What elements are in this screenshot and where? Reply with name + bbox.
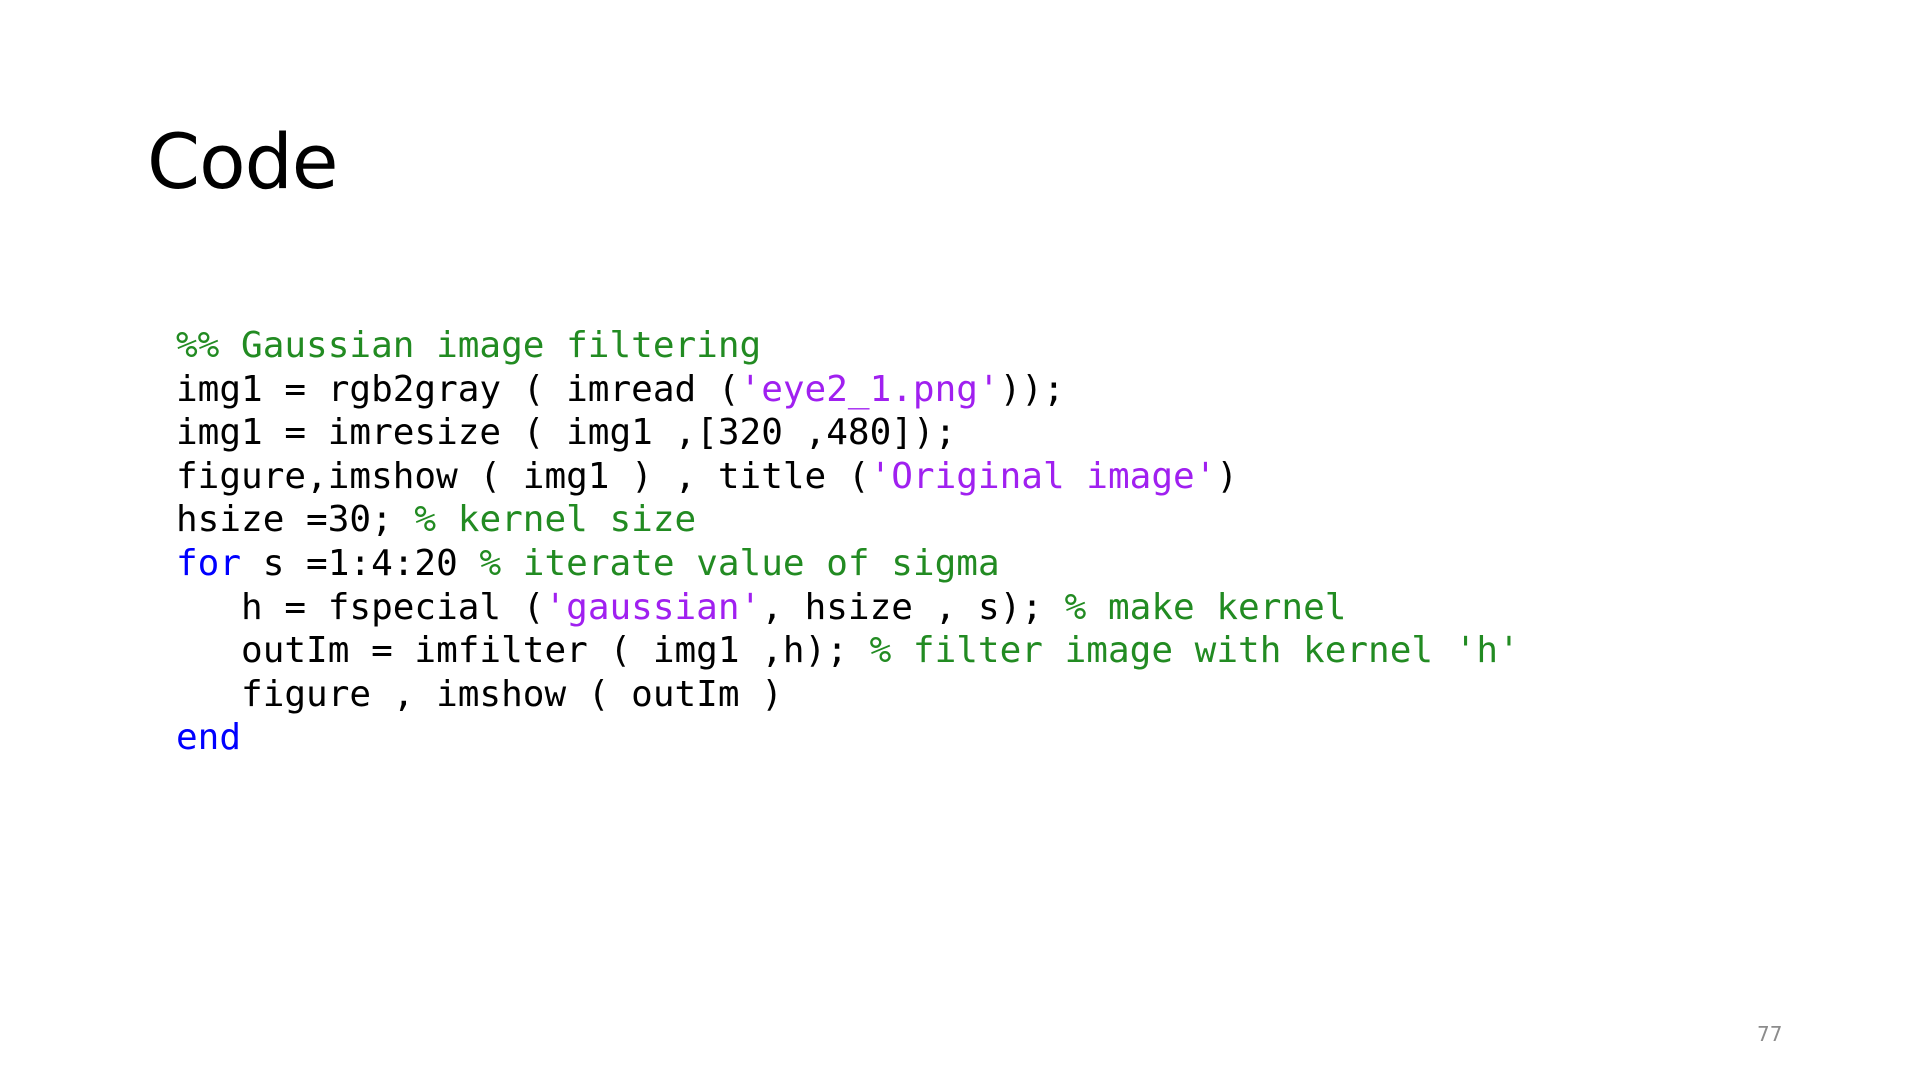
code-line: end: [176, 716, 1520, 760]
code-token-plain: figure,imshow ( img1 ) , title (: [176, 455, 870, 497]
code-line: hsize =30; % kernel size: [176, 498, 1520, 542]
code-token-plain: ): [1216, 455, 1239, 497]
code-line: img1 = imresize ( img1 ,[320 ,480]);: [176, 411, 1520, 455]
code-line: img1 = rgb2gray ( imread ('eye2_1.png'))…: [176, 368, 1520, 412]
code-line: h = fspecial ('gaussian', hsize , s); % …: [176, 586, 1520, 630]
code-token-comment: %% Gaussian image filtering: [176, 325, 762, 366]
slide-title: Code: [147, 117, 339, 206]
code-token-plain: img1 = imresize ( img1 ,[320 ,480]);: [176, 412, 957, 454]
code-token-plain: img1 = rgb2gray ( imread (: [176, 368, 740, 410]
code-token-string: 'gaussian': [544, 586, 762, 628]
code-token-keyword: for: [176, 542, 242, 584]
code-token-comment: % make kernel: [1064, 586, 1347, 628]
code-token-string: 'Original image': [869, 455, 1217, 497]
code-line: figure,imshow ( img1 ) , title ('Origina…: [176, 455, 1520, 499]
code-token-comment: % iterate value of sigma: [479, 542, 1000, 584]
code-token-plain: ));: [999, 368, 1065, 410]
code-token-plain: s =1:4:20: [241, 542, 480, 584]
code-line: figure , imshow ( outIm ): [176, 673, 1520, 717]
code-token-comment: % filter image with kernel 'h': [869, 630, 1520, 672]
code-line: %% Gaussian image filtering: [176, 324, 1520, 368]
page-number: 77: [1757, 1022, 1783, 1046]
code-token-plain: h = fspecial (: [176, 586, 545, 628]
code-token-plain: , hsize , s);: [761, 586, 1065, 628]
slide: Code %% Gaussian image filtering img1 = r…: [0, 0, 1920, 1080]
code-block: %% Gaussian image filtering img1 = rgb2gr…: [176, 324, 1520, 760]
code-line: outIm = imfilter ( img1 ,h); % filter im…: [176, 629, 1520, 673]
code-token-plain: outIm = imfilter ( img1 ,h);: [176, 630, 870, 672]
code-token-comment: % kernel size: [414, 499, 697, 541]
code-token-plain: figure , imshow ( outIm ): [176, 673, 783, 715]
code-token-plain: hsize =30;: [176, 499, 415, 541]
code-token-string: 'eye2_1.png': [739, 368, 1000, 410]
code-line: for s =1:4:20 % iterate value of sigma: [176, 542, 1520, 586]
code-token-keyword: end: [176, 717, 242, 759]
